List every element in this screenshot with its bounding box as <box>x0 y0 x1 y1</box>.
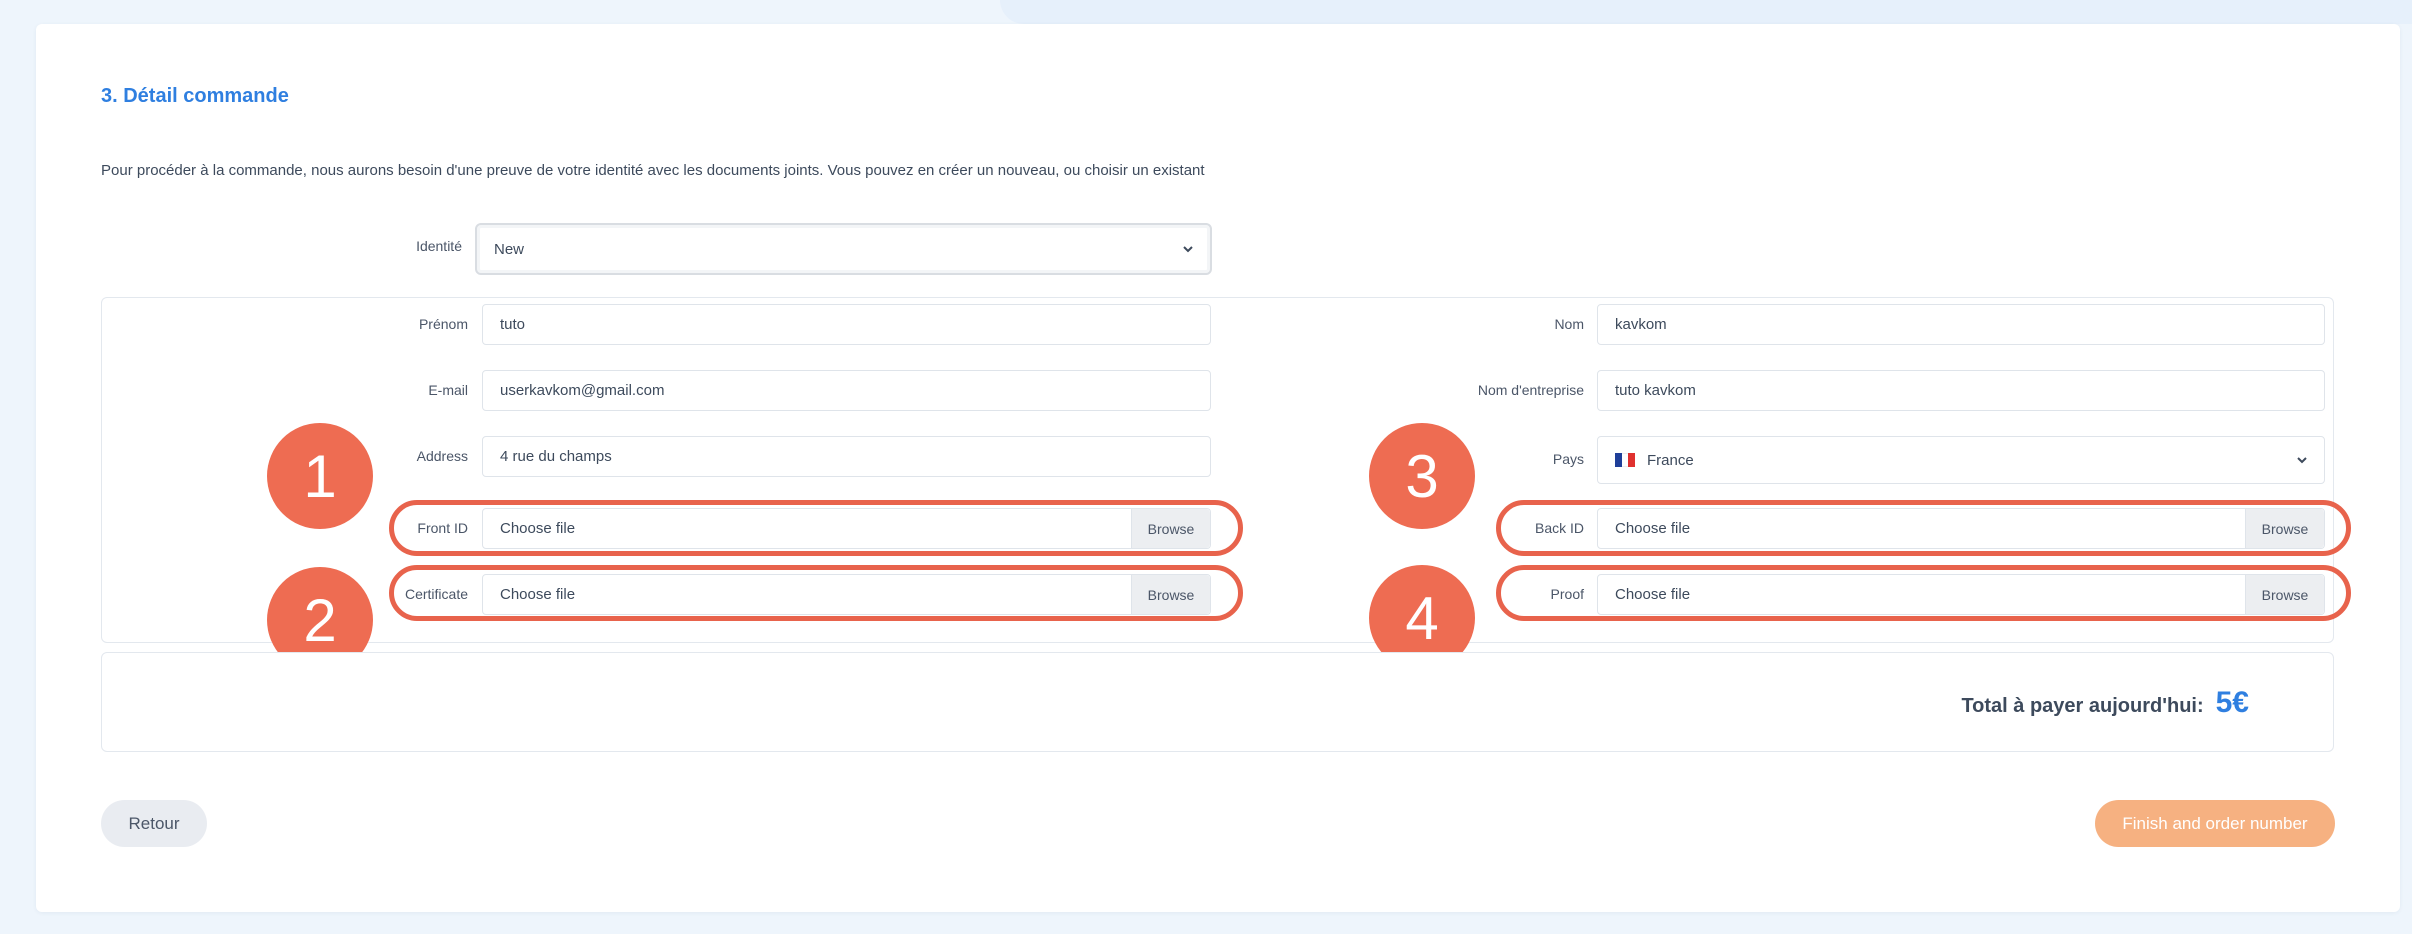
address-input[interactable]: 4 rue du champs <box>482 436 1211 477</box>
address-value: 4 rue du champs <box>500 448 612 465</box>
email-label: E-mail <box>428 382 468 398</box>
highlight-ring-front-id <box>389 500 1243 556</box>
total-row: Total à payer aujourd'hui: 5€ <box>1961 686 2249 720</box>
france-flag-icon <box>1615 453 1636 467</box>
country-label: Pays <box>1552 451 1584 467</box>
step-badge-3: 3 <box>1369 423 1475 529</box>
last-name-input[interactable]: kavkom <box>1597 304 2325 345</box>
last-name-value: kavkom <box>1615 316 1667 333</box>
country-select[interactable]: France <box>1597 436 2325 484</box>
country-value: France <box>1647 451 1694 469</box>
background-shape <box>1000 0 2412 24</box>
step-badge-1: 1 <box>267 423 373 529</box>
highlight-ring-certificate <box>389 565 1243 621</box>
email-value: userkavkom@gmail.com <box>500 382 665 399</box>
address-label: Address <box>416 448 468 464</box>
section-title: 3. Détail commande <box>101 85 289 107</box>
company-input[interactable]: tuto kavkom <box>1597 370 2325 411</box>
chevron-down-icon <box>2297 457 2307 464</box>
total-amount: 5€ <box>2215 686 2249 719</box>
first-name-value: tuto <box>500 316 526 333</box>
identity-select-value: New <box>494 240 525 258</box>
company-value: tuto kavkom <box>1615 382 1696 399</box>
highlight-ring-proof <box>1496 565 2351 621</box>
total-panel: Total à payer aujourd'hui: 5€ <box>101 652 2334 752</box>
identity-label: Identité <box>416 238 462 254</box>
first-name-input[interactable]: tuto <box>482 304 1211 345</box>
total-label: Total à payer aujourd'hui: <box>1961 695 2204 717</box>
first-name-label: Prénom <box>418 316 468 332</box>
finish-order-button[interactable]: Finish and order number <box>2095 800 2335 847</box>
highlight-ring-back-id <box>1496 500 2351 556</box>
intro-text: Pour procéder à la commande, nous aurons… <box>101 162 1205 179</box>
back-button[interactable]: Retour <box>101 800 207 847</box>
identity-select[interactable]: New <box>475 223 1212 275</box>
last-name-label: Nom <box>1554 316 1584 332</box>
company-label: Nom d'entreprise <box>1477 382 1584 398</box>
email-input[interactable]: userkavkom@gmail.com <box>482 370 1211 411</box>
chevron-down-icon <box>1183 246 1193 253</box>
